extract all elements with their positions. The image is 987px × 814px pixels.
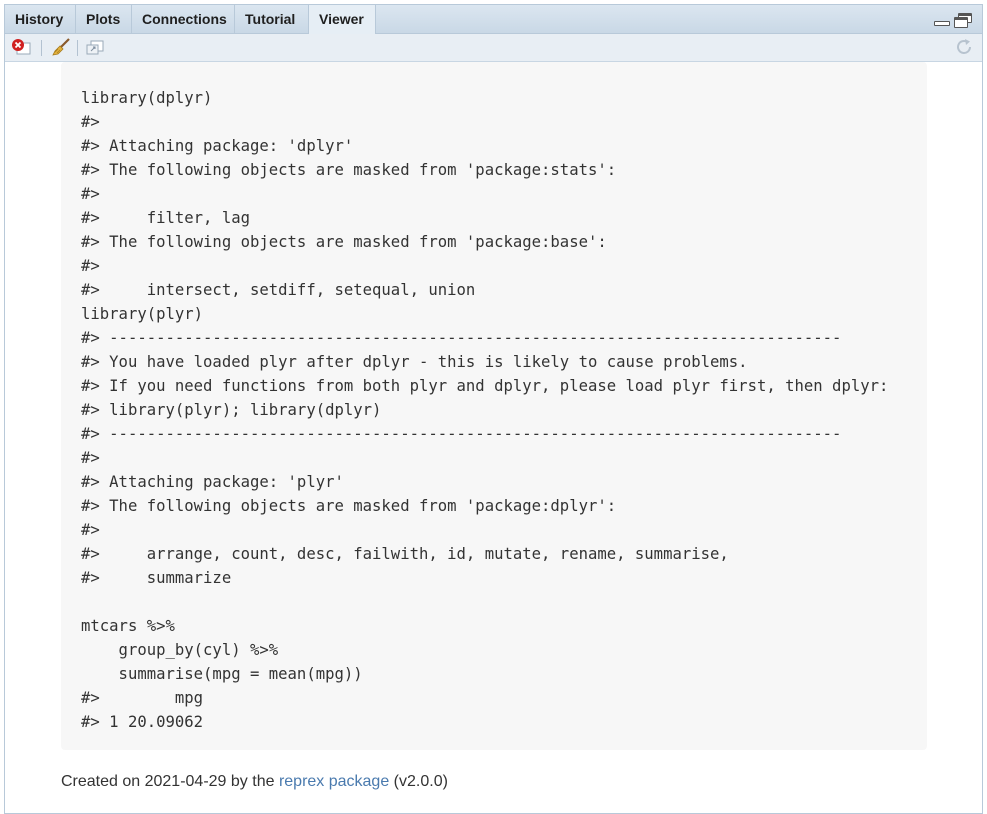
viewer-toolbar bbox=[5, 34, 982, 62]
tab-bar: History Plots Connections Tutorial Viewe… bbox=[5, 5, 982, 35]
reprex-package-link[interactable]: reprex package bbox=[279, 773, 389, 790]
tab-plots[interactable]: Plots bbox=[76, 5, 132, 34]
code-block: library(dplyr) #> #> Attaching package: … bbox=[61, 62, 927, 750]
clear-all-broom-icon[interactable] bbox=[51, 38, 71, 56]
minimize-icon[interactable] bbox=[934, 21, 950, 26]
viewer-pane: History Plots Connections Tutorial Viewe… bbox=[4, 4, 983, 814]
tab-tutorial[interactable]: Tutorial bbox=[235, 5, 309, 34]
caption-suffix: (v2.0.0) bbox=[389, 773, 448, 790]
code-output: library(dplyr) #> #> Attaching package: … bbox=[81, 89, 889, 731]
tab-connections[interactable]: Connections bbox=[132, 5, 235, 34]
caption-prefix: Created on 2021-04-29 by the bbox=[61, 773, 279, 790]
refresh-icon[interactable] bbox=[955, 38, 975, 56]
toolbar-separator bbox=[41, 40, 42, 56]
tab-viewer[interactable]: Viewer bbox=[309, 5, 376, 35]
toolbar-separator bbox=[77, 40, 78, 56]
remove-viewer-icon[interactable] bbox=[11, 38, 31, 56]
viewer-content: library(dplyr) #> #> Attaching package: … bbox=[5, 62, 982, 813]
reprex-caption: Created on 2021-04-29 by the reprex pack… bbox=[61, 773, 448, 791]
tab-history[interactable]: History bbox=[5, 5, 76, 34]
popout-window-icon[interactable] bbox=[85, 38, 105, 56]
maximize-icon[interactable] bbox=[954, 13, 972, 28]
window-controls bbox=[934, 13, 974, 29]
